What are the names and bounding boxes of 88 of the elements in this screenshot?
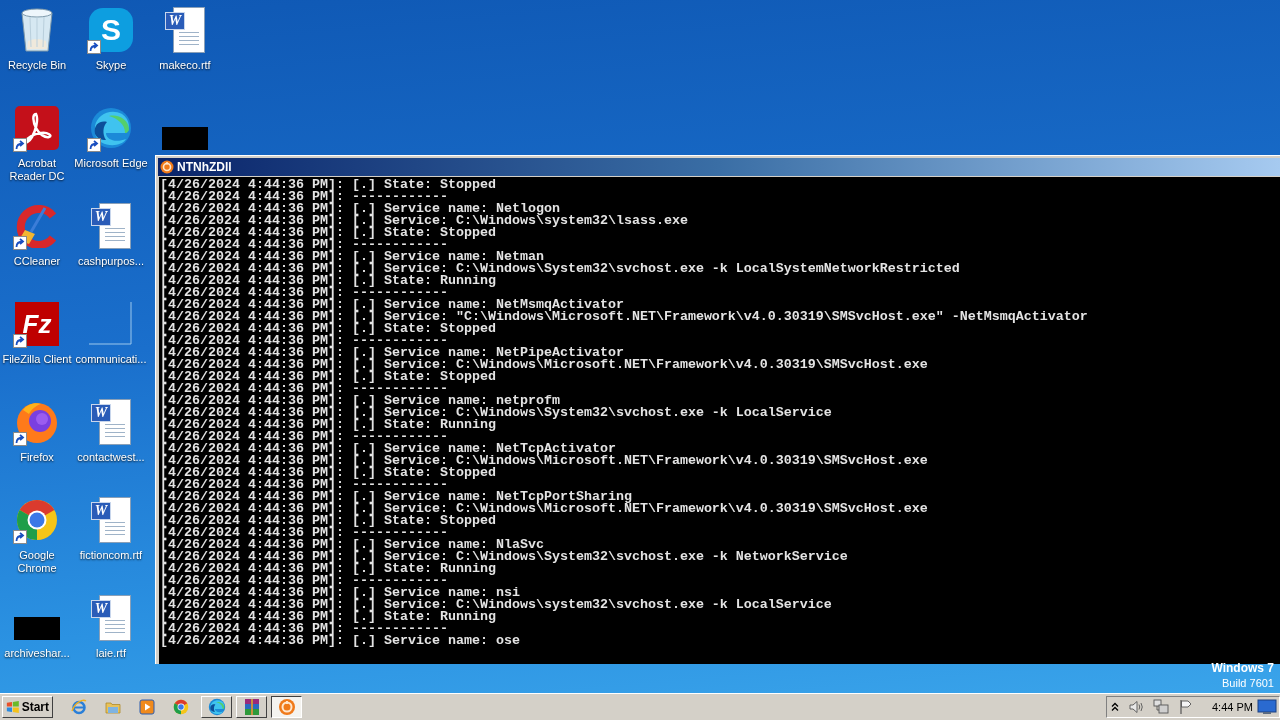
logo-letter: W xyxy=(91,600,111,618)
console-line: [4/26/2024 4:44:36 PM]: ------------ xyxy=(160,623,448,635)
console-line: [4/26/2024 4:44:36 PM]: ------------ xyxy=(160,575,448,587)
console-line: [4/26/2024 4:44:36 PM]: [.] Service name: Netlogon xyxy=(160,203,560,215)
desktop-icon-label[interactable]: Recycle Bin xyxy=(7,59,67,72)
console-line: [4/26/2024 4:44:36 PM]: [.] Service: C:\Windows\Microsoft.NET\Framework\v4.0.30319\SMSvcHost.exe xyxy=(160,503,928,515)
console-line: [4/26/2024 4:44:36 PM]: [.] Service name: ose xyxy=(160,635,520,647)
console-line: [4/26/2024 4:44:36 PM]: [.] Service: C:\Windows\System32\svchost.exe -k LocalSystemNetworkRestricted xyxy=(160,263,960,275)
speaker-icon[interactable] xyxy=(1128,699,1144,715)
desktop-icon-label[interactable]: Microsoft Edge xyxy=(74,157,148,170)
app-icon xyxy=(277,698,296,716)
os-build-text: Build 7601 xyxy=(1222,676,1274,691)
logo-letter: W xyxy=(91,208,111,226)
console-line: [4/26/2024 4:44:36 PM]: [.] Service: C:\Windows\Microsoft.NET\Framework\v4.0.30319\SMSvcHost.exe xyxy=(160,455,928,467)
logo-letter: W xyxy=(91,502,111,520)
desktop-icon-label[interactable]: makeco.rtf xyxy=(159,59,211,72)
console-line: [4/26/2024 4:44:36 PM]: [.] Service: C:\Windows\system32\lsass.exe xyxy=(160,215,688,227)
console-line: [4/26/2024 4:44:36 PM]: [.] Service name: NetTcpPortSharing xyxy=(160,491,632,503)
console-line: [4/26/2024 4:44:36 PM]: ------------ xyxy=(160,287,448,299)
console-line: [4/26/2024 4:44:36 PM]: [.] State: Running xyxy=(160,275,496,287)
console-line: [4/26/2024 4:44:36 PM]: [.] State: Running xyxy=(160,611,496,623)
console-line: [4/26/2024 4:44:36 PM]: [.] State: Stopped xyxy=(160,179,496,191)
console-line: [4/26/2024 4:44:36 PM]: ------------ xyxy=(160,383,448,395)
console-line: [4/26/2024 4:44:36 PM]: ------------ xyxy=(160,335,448,347)
console-line: [4/26/2024 4:44:36 PM]: [.] Service: C:\Windows\System32\svchost.exe -k LocalService xyxy=(160,407,832,419)
edge-icon[interactable] xyxy=(207,698,226,716)
console-line: [4/26/2024 4:44:36 PM]: [.] State: Running xyxy=(160,563,496,575)
console-line: [4/26/2024 4:44:36 PM]: [.] Service name: Netman xyxy=(160,251,544,263)
console-line: [4/26/2024 4:44:36 PM]: [.] State: Stopped xyxy=(160,371,496,383)
clock-text[interactable]: 4:44 PM xyxy=(1212,701,1253,713)
chrome-icon[interactable] xyxy=(15,498,59,542)
desktop-icon-label[interactable]: archiveshar... xyxy=(4,647,70,660)
desktop-icon-label[interactable]: laie.rtf xyxy=(96,647,126,660)
show-desktop-icon[interactable] xyxy=(1257,699,1277,715)
logo-letter: Fz xyxy=(22,311,52,337)
acrobat-icon[interactable] xyxy=(15,106,59,150)
desktop-icon-label[interactable]: Google Chrome xyxy=(0,549,74,575)
desktop-icon-label[interactable]: Firefox xyxy=(20,451,54,464)
flag-icon[interactable] xyxy=(1178,699,1194,715)
browser-icon[interactable] xyxy=(70,699,87,715)
logo-letter: W xyxy=(91,404,111,422)
desktop-icon-label[interactable]: Acrobat Reader DC xyxy=(0,157,74,183)
skype-icon[interactable]: S xyxy=(89,8,133,52)
logo-letter: W xyxy=(165,12,185,30)
console-line: [4/26/2024 4:44:36 PM]: [.] Service name: NetPipeActivator xyxy=(160,347,624,359)
console-line: [4/26/2024 4:44:36 PM]: [.] Service name: NlaSvc xyxy=(160,539,544,551)
console-line: [4/26/2024 4:44:36 PM]: ------------ xyxy=(160,431,448,443)
console-line: [4/26/2024 4:44:36 PM]: [.] Service: C:\Windows\system32\svchost.exe -k LocalService xyxy=(160,599,832,611)
books-icon xyxy=(242,698,261,716)
filezilla-icon[interactable]: Fz xyxy=(15,302,59,346)
console-line: [4/26/2024 4:44:36 PM]: [.] State: Stopped xyxy=(160,227,496,239)
firefox-icon[interactable] xyxy=(15,400,59,444)
console-line: [4/26/2024 4:44:36 PM]: [.] State: Stopped xyxy=(160,323,496,335)
console-line: [4/26/2024 4:44:36 PM]: [.] State: Stopped xyxy=(160,515,496,527)
console-line: [4/26/2024 4:44:36 PM]: [.] Service: "C:\Windows\Microsoft.NET\Framework\v4.0.30319\SMSvcHost.exe" -NetMsmqActivator xyxy=(160,311,1088,323)
console-line: [4/26/2024 4:44:36 PM]: [.] State: Stopped xyxy=(160,467,496,479)
console-line: [4/26/2024 4:44:36 PM]: [.] Service name: NetTcpActivator xyxy=(160,443,616,455)
taskbar-button[interactable] xyxy=(271,696,302,718)
os-edition-text: Windows 7 xyxy=(1211,661,1274,676)
start-button[interactable]: Start xyxy=(2,696,53,718)
console-line: [4/26/2024 4:44:36 PM]: [.] Service name: netprofm xyxy=(160,395,560,407)
ccleaner-icon[interactable] xyxy=(15,204,59,248)
edge-icon[interactable] xyxy=(89,106,133,150)
windows-logo-icon xyxy=(6,699,20,715)
console-line: [4/26/2024 4:44:36 PM]: ------------ xyxy=(160,191,448,203)
desktop-icon-label[interactable]: FileZilla Client xyxy=(2,353,72,366)
console-line: [4/26/2024 4:44:36 PM]: [.] Service name: nsi xyxy=(160,587,520,599)
desktop-icon-label[interactable]: Skype xyxy=(95,59,127,72)
app-icon xyxy=(160,160,174,174)
recycle-bin-icon[interactable] xyxy=(19,7,55,53)
network-icon[interactable] xyxy=(1153,699,1169,715)
console-line: [4/26/2024 4:44:36 PM]: ------------ xyxy=(160,479,448,491)
logo-letter: S xyxy=(101,15,121,45)
desktop-icon-label[interactable]: cashpurpos... xyxy=(77,255,144,268)
desktop-icon-label[interactable]: fictioncom.rtf xyxy=(79,549,143,562)
desktop-icon-label[interactable]: communicati... xyxy=(75,353,147,366)
console-line: [4/26/2024 4:44:36 PM]: ------------ xyxy=(160,239,448,251)
desktop-icon-label[interactable]: contactwest... xyxy=(77,451,145,464)
chrome-icon[interactable] xyxy=(172,699,189,715)
media-player-icon[interactable] xyxy=(138,699,155,715)
chevron-up-icon[interactable] xyxy=(1111,702,1119,712)
console-line: [4/26/2024 4:44:36 PM]: [.] Service: C:\Windows\System32\svchost.exe -k NetworkService xyxy=(160,551,848,563)
console-line: [4/26/2024 4:44:36 PM]: [.] Service: C:\Windows\Microsoft.NET\Framework\v4.0.30319\SMSvcHost.exe xyxy=(160,359,928,371)
window-title: NTNhZDll xyxy=(177,161,232,173)
console-line: [4/26/2024 4:44:36 PM]: [.] Service name: NetMsmqActivator xyxy=(160,299,624,311)
desktop-icon-label[interactable]: CCleaner xyxy=(13,255,61,268)
console-line: [4/26/2024 4:44:36 PM]: [.] State: Running xyxy=(160,419,496,431)
console-line: [4/26/2024 4:44:36 PM]: ------------ xyxy=(160,527,448,539)
